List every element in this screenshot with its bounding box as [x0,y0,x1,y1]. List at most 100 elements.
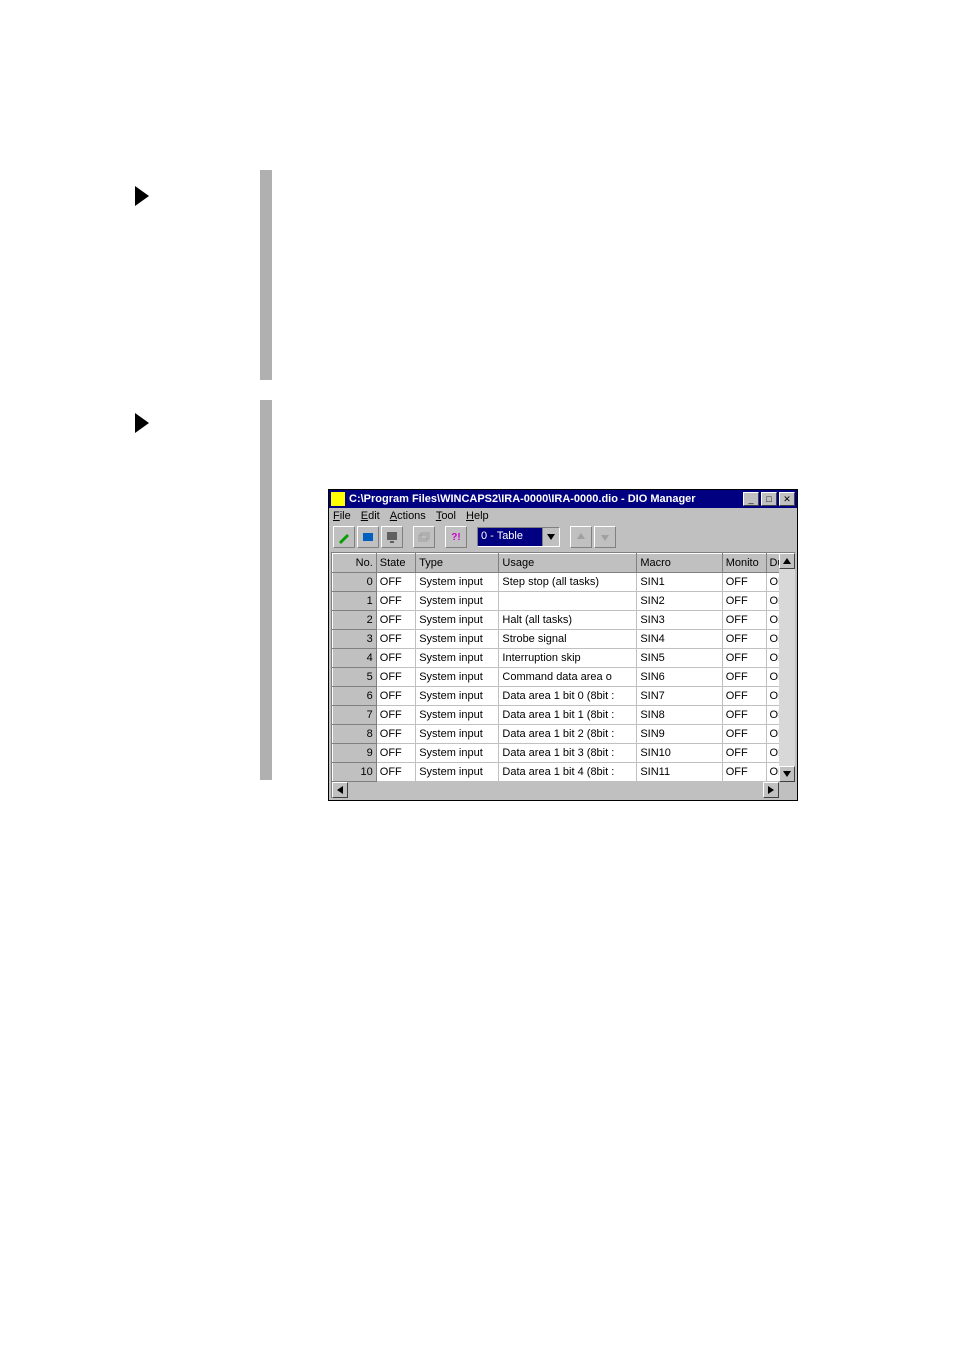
menu-edit[interactable]: Edit [361,510,380,522]
cell-monito: OFF [722,725,766,744]
cell-type: System input [416,706,499,725]
window-title: C:\Program Files\WINCAPS2\IRA-0000\IRA-0… [349,493,741,505]
bullet-marker [135,186,149,206]
close-button[interactable]: ✕ [779,492,795,506]
cell-no: 7 [333,706,377,725]
scroll-up-button[interactable] [779,553,795,569]
table-row[interactable]: 7OFFSystem inputData area 1 bit 1 (8bit … [333,706,795,725]
cell-state: OFF [376,706,415,725]
cell-state: OFF [376,763,415,782]
cell-state: OFF [376,611,415,630]
cell-macro: SIN11 [637,763,722,782]
data-grid[interactable]: No. State Type Usage Macro Monito Du 0OF… [332,553,795,782]
cell-type: System input [416,668,499,687]
cell-monito: OFF [722,763,766,782]
vertical-scrollbar[interactable] [779,553,795,782]
cell-state: OFF [376,630,415,649]
cell-monito: OFF [722,592,766,611]
col-header-monito[interactable]: Monito [722,554,766,573]
cell-macro: SIN6 [637,668,722,687]
cell-usage: Data area 1 bit 1 (8bit : [499,706,637,725]
cell-monito: OFF [722,668,766,687]
cell-usage: Data area 1 bit 4 (8bit : [499,763,637,782]
cell-macro: SIN5 [637,649,722,668]
tool-question-icon[interactable]: ?! [445,526,467,548]
scroll-right-button[interactable] [763,782,779,798]
cell-no: 8 [333,725,377,744]
col-header-type[interactable]: Type [416,554,499,573]
dio-manager-window: C:\Program Files\WINCAPS2\IRA-0000\IRA-0… [328,489,798,801]
table-row[interactable]: 10OFFSystem inputData area 1 bit 4 (8bit… [333,763,795,782]
table-row[interactable]: 6 OFF System inputData area 1 bit 0 (8bit … [333,687,795,706]
cell-no: 6 [333,687,377,706]
cell-usage: Data area 1 bit 2 (8bit : [499,725,637,744]
scroll-left-button[interactable] [332,782,348,798]
cell-macro: SIN10 [637,744,722,763]
cell-type: System input [416,630,499,649]
col-header-macro[interactable]: Macro [637,554,722,573]
tool-down-arrow-icon[interactable] [594,526,616,548]
cell-usage: Data area 1 bit 0 (8bit : [499,687,637,706]
menu-actions[interactable]: Actions [390,510,426,522]
table-row[interactable]: 5OFFSystem inputCommand data area oSIN6O… [333,668,795,687]
col-header-no[interactable]: No. [333,554,377,573]
table-row[interactable]: 1OFFSystem inputSIN2OFFON [333,592,795,611]
combo-dropdown-button[interactable] [542,528,559,546]
data-grid-container: No. State Type Usage Macro Monito Du 0OF… [331,552,795,798]
header-row: No. State Type Usage Macro Monito Du [333,554,795,573]
cell-monito: OFF [722,630,766,649]
cell-type: System input [416,687,499,706]
cell-no: 5 [333,668,377,687]
table-select-combo[interactable]: 0 - Table [477,527,560,547]
cell-no: 10 [333,763,377,782]
tool-brush-icon[interactable] [333,526,355,548]
cell-state: OFF [376,725,415,744]
cell-monito: OFF [722,744,766,763]
table-row[interactable]: 9OFFSystem inputData area 1 bit 3 (8bit … [333,744,795,763]
bullet-marker [135,413,149,433]
scrollbar-corner [779,782,795,798]
minimize-button[interactable]: _ [743,492,759,506]
cell-type: System input [416,573,499,592]
cell-no: 9 [333,744,377,763]
vertical-bar [260,400,272,780]
cell-usage: Step stop (all tasks) [499,573,637,592]
table-row[interactable]: 8OFFSystem inputData area 1 bit 2 (8bit … [333,725,795,744]
table-row[interactable]: 0OFFSystem inputStep stop (all tasks)SIN… [333,573,795,592]
title-bar[interactable]: C:\Program Files\WINCAPS2\IRA-0000\IRA-0… [329,490,797,508]
table-row[interactable]: 2OFFSystem inputHalt (all tasks)SIN3OFFO… [333,611,795,630]
tool-layers-icon[interactable] [413,526,435,548]
cell-macro: SIN7 [637,687,722,706]
cell-macro: SIN9 [637,725,722,744]
table-row[interactable]: 3OFFSystem inputStrobe signalSIN4OFFON [333,630,795,649]
tool-monitor-icon[interactable] [381,526,403,548]
horizontal-scrollbar[interactable] [332,782,795,798]
tool-up-arrow-icon[interactable] [570,526,592,548]
cell-type: System input [416,611,499,630]
scroll-track[interactable] [779,569,795,766]
cell-monito: OFF [722,687,766,706]
combo-value: 0 - Table [478,528,542,546]
table-row[interactable]: 4OFFSystem inputInterruption skipSIN5OFF… [333,649,795,668]
tool-blue-box-icon[interactable] [357,526,379,548]
cell-no: 4 [333,649,377,668]
cell-usage: Halt (all tasks) [499,611,637,630]
menu-help[interactable]: Help [466,510,489,522]
menu-file[interactable]: File [333,510,351,522]
maximize-button[interactable]: □ [761,492,777,506]
scroll-down-button[interactable] [779,766,795,782]
cell-usage: Data area 1 bit 3 (8bit : [499,744,637,763]
menu-tool[interactable]: Tool [436,510,456,522]
cell-usage: Strobe signal [499,630,637,649]
cell-usage: Interruption skip [499,649,637,668]
cell-macro: SIN2 [637,592,722,611]
cell-macro: SIN3 [637,611,722,630]
cell-macro: SIN8 [637,706,722,725]
cell-no: 2 [333,611,377,630]
col-header-usage[interactable]: Usage [499,554,637,573]
col-header-state[interactable]: State [376,554,415,573]
cell-no: 0 [333,573,377,592]
cell-monito: OFF [722,611,766,630]
cell-monito: OFF [722,706,766,725]
cell-type: System input [416,763,499,782]
